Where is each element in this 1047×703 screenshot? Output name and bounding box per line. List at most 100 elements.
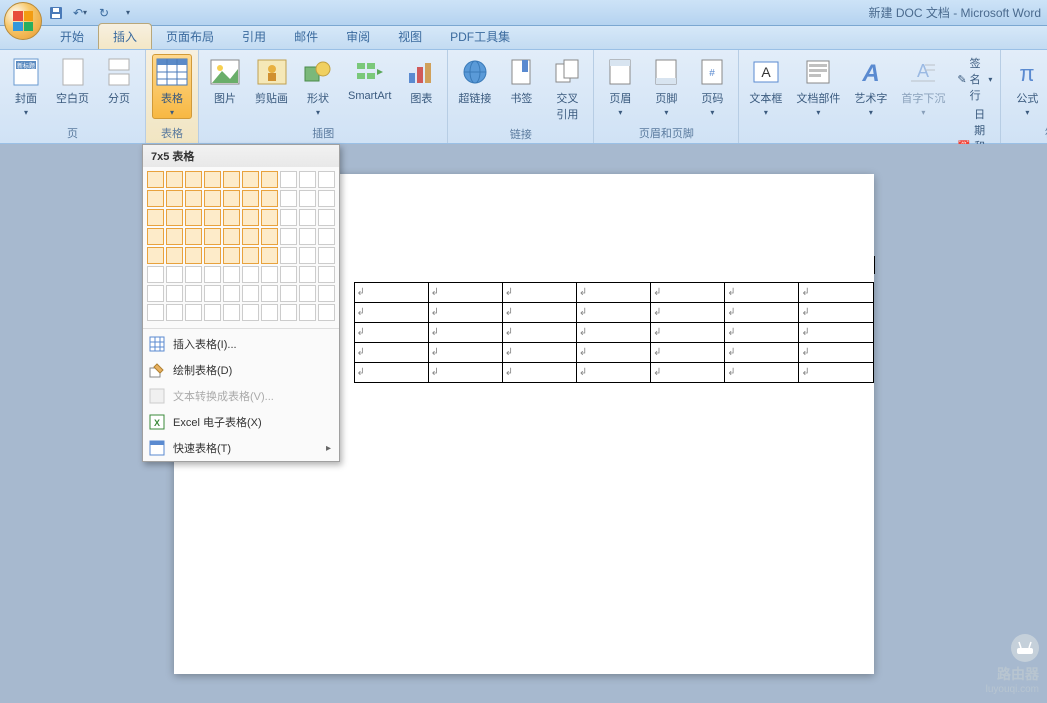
grid-cell[interactable] [261,171,278,188]
table-cell[interactable]: ↲ [799,303,873,323]
table-cell[interactable]: ↲ [651,363,725,383]
table-cell[interactable]: ↲ [651,283,725,303]
grid-cell[interactable] [147,190,164,207]
grid-cell[interactable] [242,247,259,264]
bookmark-button[interactable]: 书签 [501,54,541,108]
table-cell[interactable]: ↲ [428,343,502,363]
grid-cell[interactable] [280,304,297,321]
grid-cell[interactable] [299,247,316,264]
table-cell[interactable]: ↲ [428,363,502,383]
parts-button[interactable]: 文档部件▾ [792,54,844,119]
table-cell[interactable]: ↲ [725,283,799,303]
table-cell[interactable]: ↲ [799,323,873,343]
grid-cell[interactable] [185,171,202,188]
cover-page-button[interactable]: 新标题 封面▾ [6,54,46,119]
grid-cell[interactable] [318,247,335,264]
grid-cell[interactable] [261,228,278,245]
grid-cell[interactable] [280,247,297,264]
table-cell[interactable]: ↲ [502,283,576,303]
table-button[interactable]: 表格▾ [152,54,192,119]
grid-cell[interactable] [242,190,259,207]
grid-cell[interactable] [166,247,183,264]
table-cell[interactable]: ↲ [502,363,576,383]
grid-cell[interactable] [299,190,316,207]
wordart-button[interactable]: A艺术字▾ [850,54,891,119]
table-cell[interactable]: ↲ [576,343,650,363]
grid-cell[interactable] [242,304,259,321]
table-cell[interactable]: ↲ [502,343,576,363]
grid-cell[interactable] [166,171,183,188]
grid-cell[interactable] [223,190,240,207]
office-button[interactable] [4,2,42,40]
grid-cell[interactable] [318,228,335,245]
grid-cell[interactable] [280,285,297,302]
grid-cell[interactable] [242,285,259,302]
tab-view[interactable]: 视图 [384,24,436,49]
table-cell[interactable]: ↲ [576,323,650,343]
grid-cell[interactable] [261,209,278,226]
grid-cell[interactable] [223,266,240,283]
grid-cell[interactable] [185,247,202,264]
grid-cell[interactable] [280,209,297,226]
grid-cell[interactable] [318,171,335,188]
header-button[interactable]: 页眉▾ [600,54,640,119]
grid-cell[interactable] [223,171,240,188]
grid-cell[interactable] [166,285,183,302]
grid-cell[interactable] [223,285,240,302]
grid-cell[interactable] [185,304,202,321]
excel-item[interactable]: X Excel 电子表格(X) [143,409,339,435]
grid-cell[interactable] [280,171,297,188]
grid-cell[interactable] [204,228,221,245]
grid-cell[interactable] [147,209,164,226]
quick-table-item[interactable]: 快速表格(T) ▸ [143,435,339,461]
table-cell[interactable]: ↲ [725,363,799,383]
table-cell[interactable]: ↲ [354,283,428,303]
table-cell[interactable]: ↲ [502,323,576,343]
table-cell[interactable]: ↲ [725,343,799,363]
picture-button[interactable]: 图片 [205,54,245,108]
grid-cell[interactable] [280,266,297,283]
grid-cell[interactable] [166,209,183,226]
blank-page-button[interactable]: 空白页 [52,54,93,108]
table-cell[interactable]: ↲ [799,343,873,363]
grid-cell[interactable] [261,285,278,302]
table-cell[interactable]: ↲ [725,303,799,323]
grid-cell[interactable] [166,266,183,283]
table-cell[interactable]: ↲ [428,283,502,303]
table-cell[interactable]: ↲ [428,323,502,343]
qat-more-icon[interactable]: ▾ [118,3,138,23]
tab-references[interactable]: 引用 [228,24,280,49]
tab-mail[interactable]: 邮件 [280,24,332,49]
grid-cell[interactable] [299,285,316,302]
table-cell[interactable]: ↲ [354,303,428,323]
grid-cell[interactable] [280,228,297,245]
hyperlink-button[interactable]: 超链接 [454,54,495,108]
grid-cell[interactable] [299,209,316,226]
table-cell[interactable]: ↲ [576,363,650,383]
grid-cell[interactable] [185,285,202,302]
textbox-button[interactable]: A文本框▾ [745,54,786,119]
grid-cell[interactable] [280,190,297,207]
table-cell[interactable]: ↲ [428,303,502,323]
chart-button[interactable]: 图表 [401,54,441,108]
grid-cell[interactable] [204,209,221,226]
tab-insert[interactable]: 插入 [98,23,152,49]
pagenum-button[interactable]: #页码▾ [692,54,732,119]
table-cell[interactable]: ↲ [354,343,428,363]
table-cell[interactable]: ↲ [651,303,725,323]
grid-cell[interactable] [166,304,183,321]
grid-cell[interactable] [318,190,335,207]
smartart-button[interactable]: SmartArt [344,54,395,104]
grid-cell[interactable] [261,304,278,321]
grid-cell[interactable] [299,228,316,245]
grid-cell[interactable] [242,266,259,283]
grid-cell[interactable] [204,247,221,264]
table-cell[interactable]: ↲ [502,303,576,323]
grid-cell[interactable] [242,171,259,188]
grid-cell[interactable] [242,228,259,245]
grid-cell[interactable] [261,266,278,283]
footer-button[interactable]: 页脚▾ [646,54,686,119]
clipart-button[interactable]: 剪贴画 [251,54,292,108]
table-cell[interactable]: ↲ [651,323,725,343]
grid-cell[interactable] [147,285,164,302]
